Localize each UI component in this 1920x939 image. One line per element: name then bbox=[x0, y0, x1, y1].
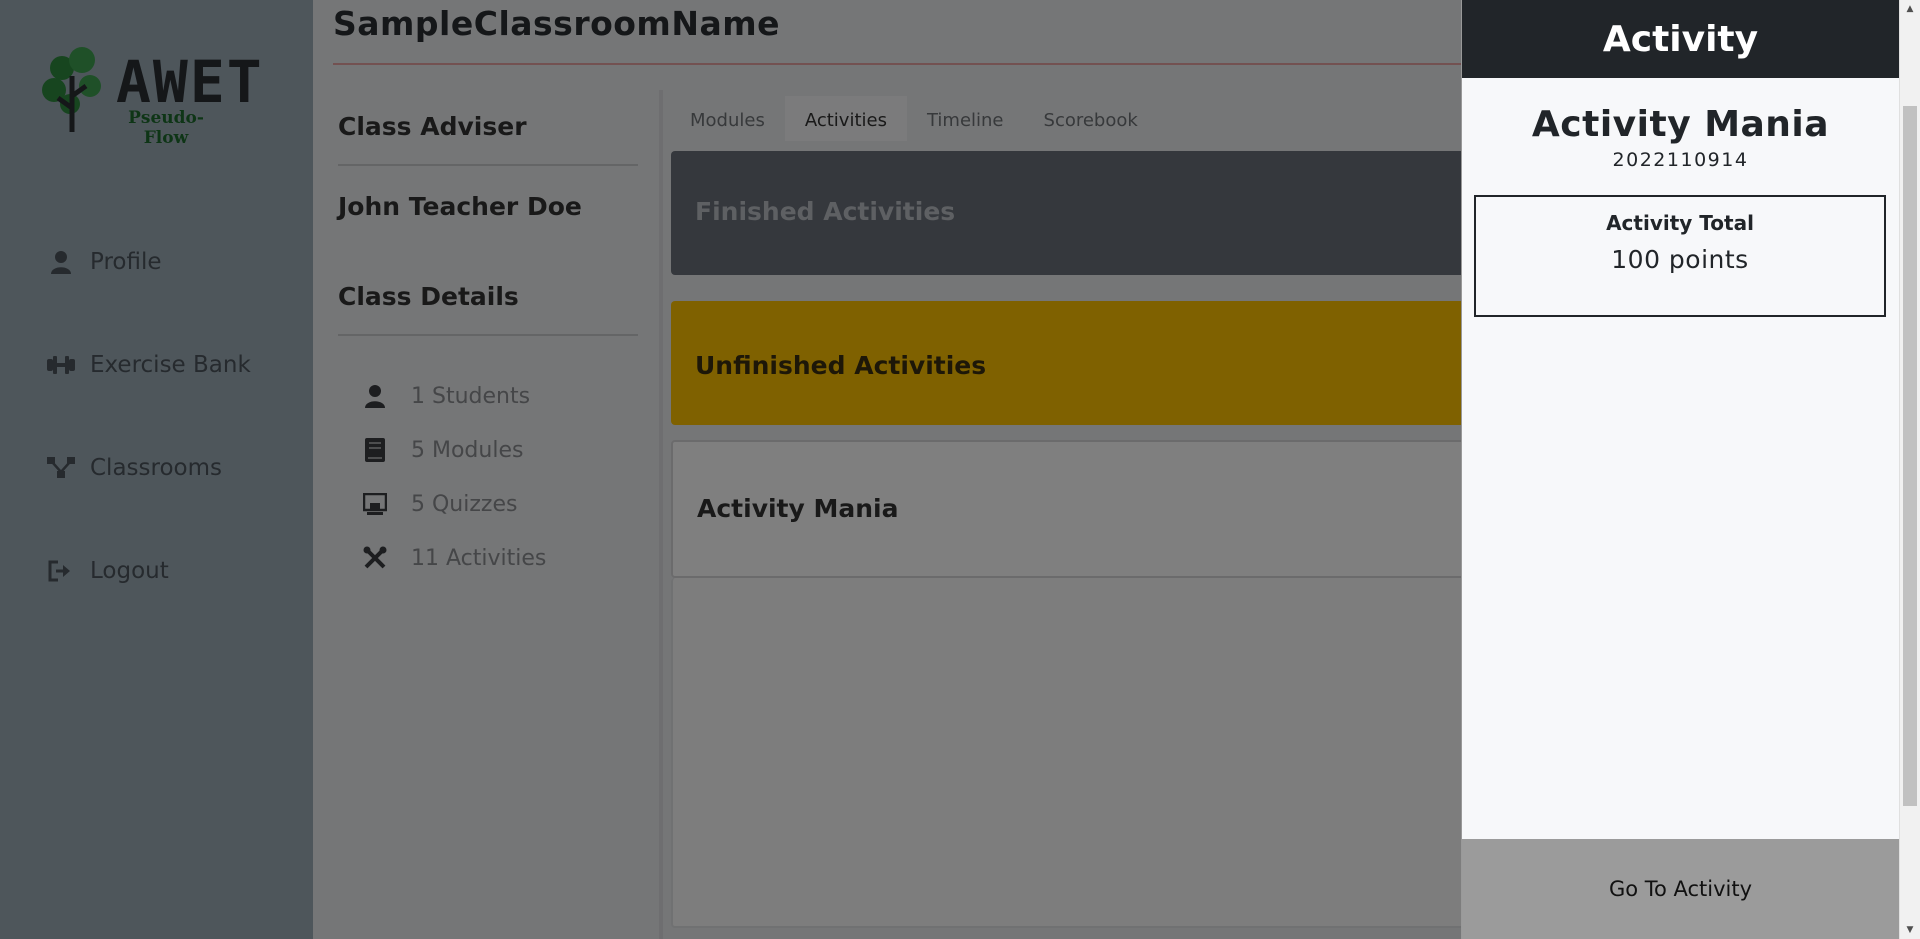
activity-drawer: Activity Activity Mania 2022110914 Activ… bbox=[1461, 0, 1899, 939]
sidebar-nav: Profile Exercise Bank Classrooms Logout bbox=[46, 210, 296, 622]
nav-label: Exercise Bank bbox=[90, 351, 251, 378]
go-to-activity-button[interactable]: Go To Activity bbox=[1462, 839, 1899, 939]
stat-students: 1 Students bbox=[361, 382, 530, 410]
tools-icon bbox=[361, 544, 389, 572]
stat-modules: 5 Modules bbox=[361, 436, 523, 464]
go-to-activity-label: Go To Activity bbox=[1608, 877, 1753, 901]
activity-item-label: Activity Mania bbox=[697, 494, 899, 523]
tab-scorebook[interactable]: Scorebook bbox=[1024, 96, 1158, 141]
activity-total-label: Activity Total bbox=[1606, 211, 1754, 235]
divider bbox=[338, 164, 638, 166]
logo-wordmark: AWET bbox=[116, 48, 264, 116]
tree-logo-icon bbox=[42, 47, 101, 132]
activity-code: 2022110914 bbox=[1612, 149, 1749, 171]
stat-label: 5 Modules bbox=[411, 437, 524, 463]
nav-item-profile[interactable]: Profile bbox=[46, 210, 296, 313]
logo: AWET Pseudo-Flow bbox=[40, 46, 280, 148]
divider bbox=[338, 334, 638, 336]
tab-activities[interactable]: Activities bbox=[784, 96, 907, 141]
scroll-up-arrow-icon[interactable]: ▲ bbox=[1900, 0, 1920, 18]
class-adviser-name: John Teacher Doe bbox=[338, 192, 582, 221]
sidebar: AWET Pseudo-Flow Profile Exercise Bank C… bbox=[0, 0, 313, 939]
book-icon bbox=[361, 436, 389, 464]
tab-modules[interactable]: Modules bbox=[670, 96, 785, 141]
unfinished-activities-label: Unfinished Activities bbox=[695, 351, 987, 380]
nav-item-logout[interactable]: Logout bbox=[46, 519, 296, 622]
nav-label: Classrooms bbox=[90, 454, 222, 481]
stat-label: 11 Activities bbox=[411, 545, 547, 571]
network-icon bbox=[46, 453, 76, 483]
logo-subtitle: Pseudo-Flow bbox=[128, 108, 204, 148]
dumbbell-icon bbox=[46, 350, 76, 380]
tab-timeline[interactable]: Timeline bbox=[907, 96, 1024, 141]
nav-label: Logout bbox=[90, 557, 169, 584]
classroom-tabs: Modules Activities Timeline Scorebook bbox=[670, 96, 1158, 141]
drawer-title: Activity bbox=[1602, 18, 1759, 60]
user-icon bbox=[361, 382, 389, 410]
logout-icon bbox=[46, 556, 76, 586]
class-details-heading: Class Details bbox=[338, 282, 519, 311]
user-icon bbox=[46, 247, 76, 277]
stat-label: 5 Quizzes bbox=[411, 491, 518, 517]
nav-item-exercise-bank[interactable]: Exercise Bank bbox=[46, 313, 296, 416]
activity-name: Activity Mania bbox=[1531, 104, 1830, 145]
activity-total-value: 100 points bbox=[1611, 245, 1749, 274]
quiz-icon bbox=[361, 490, 389, 518]
stat-activities: 11 Activities bbox=[361, 544, 546, 572]
class-info-panel: Class Adviser John Teacher Doe Class Det… bbox=[313, 90, 663, 939]
nav-label: Profile bbox=[90, 248, 162, 275]
stat-label: 1 Students bbox=[411, 383, 531, 409]
class-adviser-heading: Class Adviser bbox=[338, 112, 527, 141]
drawer-header: Activity bbox=[1462, 0, 1899, 78]
finished-activities-label: Finished Activities bbox=[695, 197, 956, 226]
stat-quizzes: 5 Quizzes bbox=[361, 490, 517, 518]
page-title: SampleClassroomName bbox=[333, 4, 780, 43]
nav-item-classrooms[interactable]: Classrooms bbox=[46, 416, 296, 519]
page-scrollbar[interactable]: ▲ ▼ bbox=[1899, 0, 1920, 939]
activity-total-box: Activity Total 100 points bbox=[1474, 195, 1886, 317]
scroll-down-arrow-icon[interactable]: ▼ bbox=[1900, 921, 1920, 939]
scrollbar-thumb[interactable] bbox=[1903, 106, 1917, 806]
